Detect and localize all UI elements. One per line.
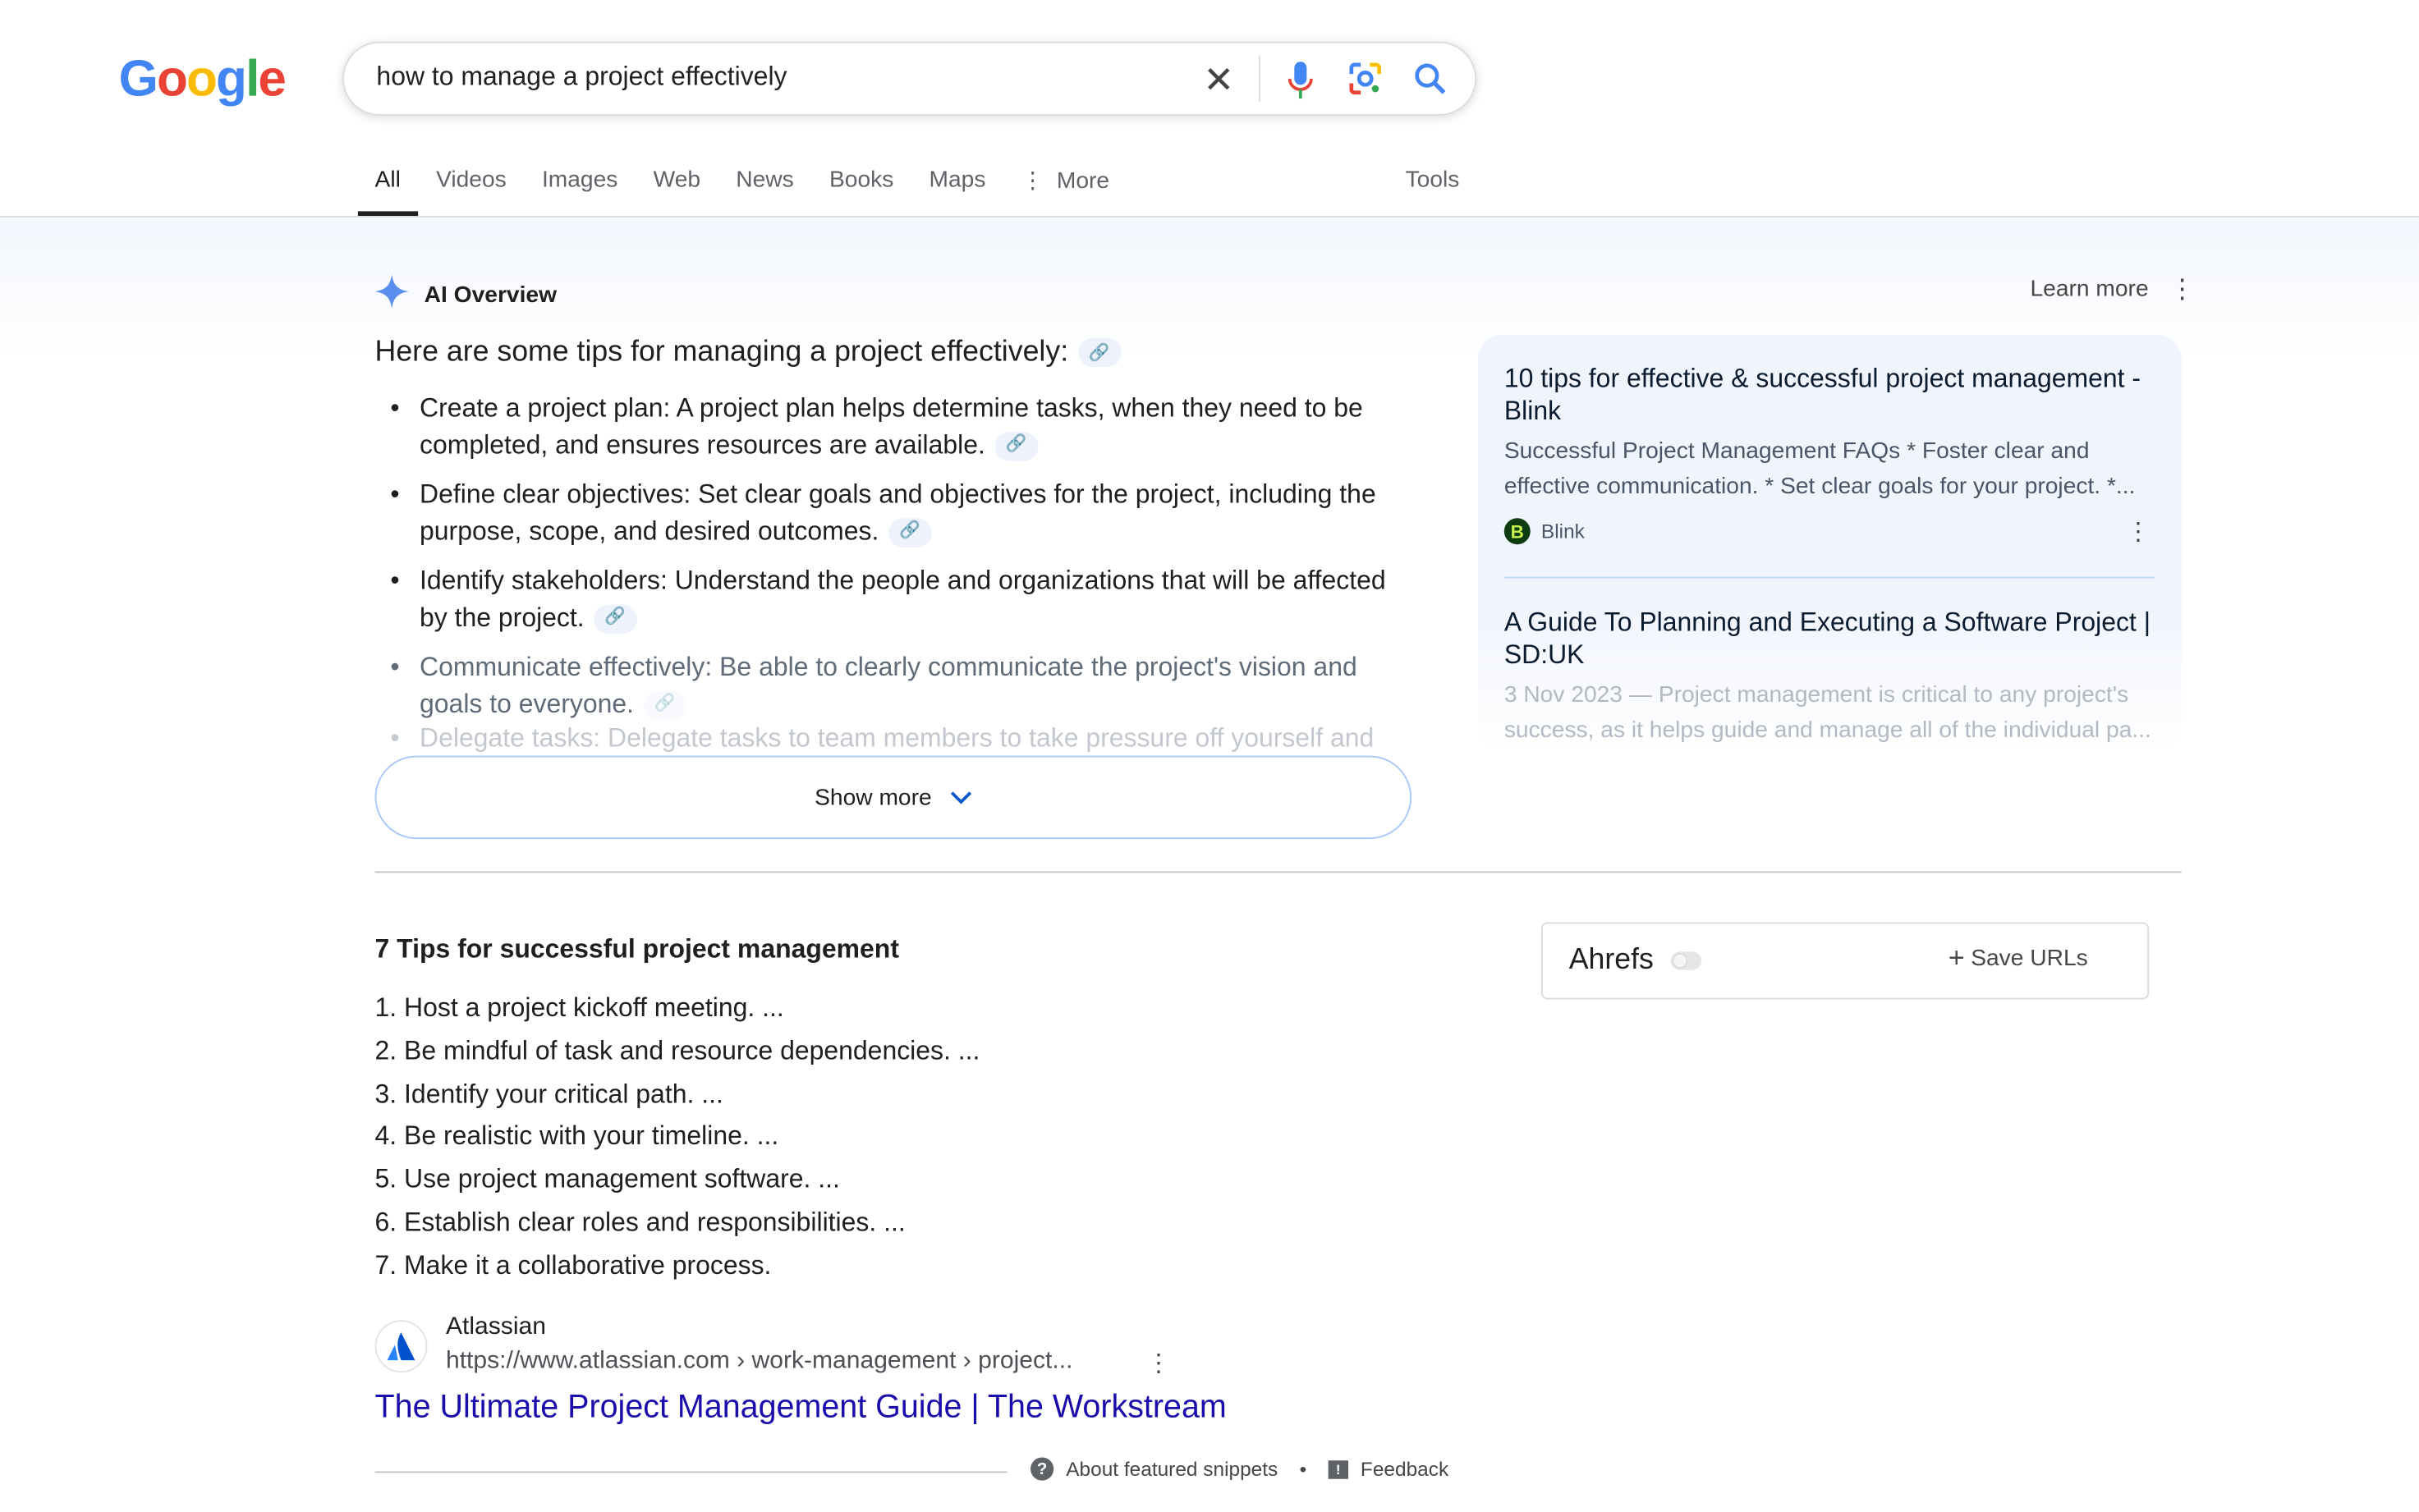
- tab-web[interactable]: Web: [654, 167, 700, 213]
- bullet-text: Create a project plan: A project plan he…: [420, 393, 1363, 459]
- link-icon[interactable]: 🔗: [888, 517, 932, 548]
- feedback-icon: !: [1328, 1459, 1348, 1478]
- tab-maps[interactable]: Maps: [930, 167, 986, 213]
- save-urls-button[interactable]: + Save URLs: [1948, 942, 2088, 974]
- bullet-text: Communicate effectively: Be able to clea…: [420, 652, 1357, 718]
- source-site[interactable]: B Blink: [1503, 518, 1585, 545]
- footer-divider: [374, 1471, 1008, 1473]
- show-more-label: Show more: [815, 784, 932, 811]
- ai-bullets: Create a project plan: A project plan he…: [390, 390, 1419, 766]
- list-item: 6. Establish clear roles and responsibil…: [374, 1207, 906, 1237]
- snippet-list: 1. Host a project kickoff meeting. ... 2…: [375, 987, 980, 1287]
- link-icon[interactable]: 🔗: [593, 603, 637, 634]
- chevron-down-icon: [950, 784, 971, 810]
- card-divider: [1503, 576, 2155, 579]
- tab-all[interactable]: All: [358, 167, 417, 217]
- list-item: 2. Be mindful of task and resource depen…: [374, 1036, 980, 1065]
- search-box: ✕: [342, 41, 1477, 116]
- ai-sources-card: 10 tips for effective & successful proje…: [1477, 334, 2182, 751]
- plus-icon: +: [1948, 942, 1965, 974]
- source-snippet: Successful Project Management FAQs * Fos…: [1503, 438, 2136, 500]
- link-icon[interactable]: 🔗: [643, 690, 686, 720]
- snippet-footer: ? About featured snippets • ! Feedback: [1030, 1457, 1448, 1481]
- tab-more-label: More: [1056, 167, 1110, 195]
- snippet-heading: 7 Tips for successful project management: [374, 934, 899, 964]
- atlassian-logo: [374, 1320, 428, 1373]
- blink-favicon: B: [1503, 518, 1531, 545]
- section-divider: [374, 871, 2182, 873]
- ai-overview-title: Here are some tips for managing a projec…: [374, 336, 1122, 370]
- list-item: Create a project plan: A project plan he…: [390, 390, 1419, 462]
- list-item: 5. Use project management software. ...: [374, 1164, 840, 1194]
- microphone-icon[interactable]: [1282, 60, 1319, 100]
- bullet-text: Delegate tasks: Delegate tasks to team m…: [420, 723, 1375, 753]
- tab-videos[interactable]: Videos: [436, 167, 507, 213]
- more-options-icon[interactable]: ⋮: [2126, 516, 2150, 548]
- divider: [1259, 55, 1260, 103]
- source-title[interactable]: A Guide To Planning and Executing a Soft…: [1504, 606, 2168, 671]
- ai-overview-label: AI Overview: [424, 281, 558, 308]
- tab-news[interactable]: News: [736, 167, 793, 213]
- about-snippets-link[interactable]: About featured snippets: [1066, 1457, 1278, 1480]
- list-item: Identify stakeholders: Understand the pe…: [390, 563, 1419, 635]
- tab-images[interactable]: Images: [542, 167, 617, 213]
- help-icon: ?: [1030, 1457, 1054, 1481]
- list-item: 7. Make it a collaborative process.: [374, 1250, 772, 1280]
- tab-books[interactable]: Books: [829, 167, 893, 213]
- sparkle-icon: [374, 274, 409, 314]
- more-options-icon[interactable]: ⋮: [1146, 1348, 1171, 1379]
- list-item: 3. Identify your critical path. ...: [374, 1079, 723, 1109]
- search-input[interactable]: [376, 62, 1179, 93]
- list-item: 1. Host a project kickoff meeting. ...: [374, 992, 784, 1023]
- search-icon[interactable]: [1411, 60, 1448, 97]
- feedback-link[interactable]: Feedback: [1361, 1457, 1448, 1480]
- save-urls-label: Save URLs: [1971, 945, 2088, 972]
- link-icon[interactable]: 🔗: [994, 431, 1038, 460]
- ahrefs-toggle[interactable]: [1670, 951, 1702, 970]
- source-snippet: 3 Nov 2023 — Project management is criti…: [1503, 681, 2151, 744]
- title-text: Here are some tips for managing a projec…: [374, 336, 1069, 369]
- more-vert-icon: ⋮: [1021, 167, 1044, 195]
- more-options-icon[interactable]: ⋮: [2169, 274, 2196, 305]
- list-item: Define clear objectives: Set clear goals…: [390, 477, 1419, 549]
- bullet-text: Identify stakeholders: Understand the pe…: [420, 566, 1386, 632]
- search-tabs: All Videos Images Web News Books Maps ⋮ M…: [358, 167, 1145, 217]
- site-name: Blink: [1540, 520, 1585, 543]
- source-title[interactable]: 10 tips for effective & successful proje…: [1504, 363, 2152, 428]
- list-item: Delegate tasks: Delegate tasks to team m…: [390, 723, 1419, 753]
- separator: •: [1299, 1457, 1307, 1481]
- ai-overview-header: AI Overview: [374, 274, 558, 314]
- tools-button[interactable]: Tools: [1406, 167, 1460, 193]
- list-item: Communicate effectively: Be able to clea…: [390, 649, 1419, 722]
- camera-lens-icon[interactable]: [1347, 60, 1384, 97]
- show-more-button[interactable]: Show more: [374, 755, 1412, 840]
- tab-more[interactable]: ⋮ More: [1021, 167, 1109, 213]
- ahrefs-label: Ahrefs: [1568, 943, 1654, 977]
- ahrefs-widget: Ahrefs + Save URLs: [1540, 922, 2150, 1000]
- source-name: Atlassian: [445, 1313, 546, 1340]
- google-logo[interactable]: Google: [119, 49, 287, 108]
- learn-more-link[interactable]: Learn more: [2031, 276, 2149, 302]
- source-url: https://www.atlassian.com › work-managem…: [445, 1348, 1073, 1375]
- list-item: 4. Be realistic with your timeline. ...: [374, 1121, 779, 1152]
- result-link[interactable]: The Ultimate Project Management Guide | …: [375, 1390, 1227, 1427]
- link-icon[interactable]: 🔗: [1077, 338, 1122, 369]
- clear-icon[interactable]: ✕: [1200, 59, 1237, 101]
